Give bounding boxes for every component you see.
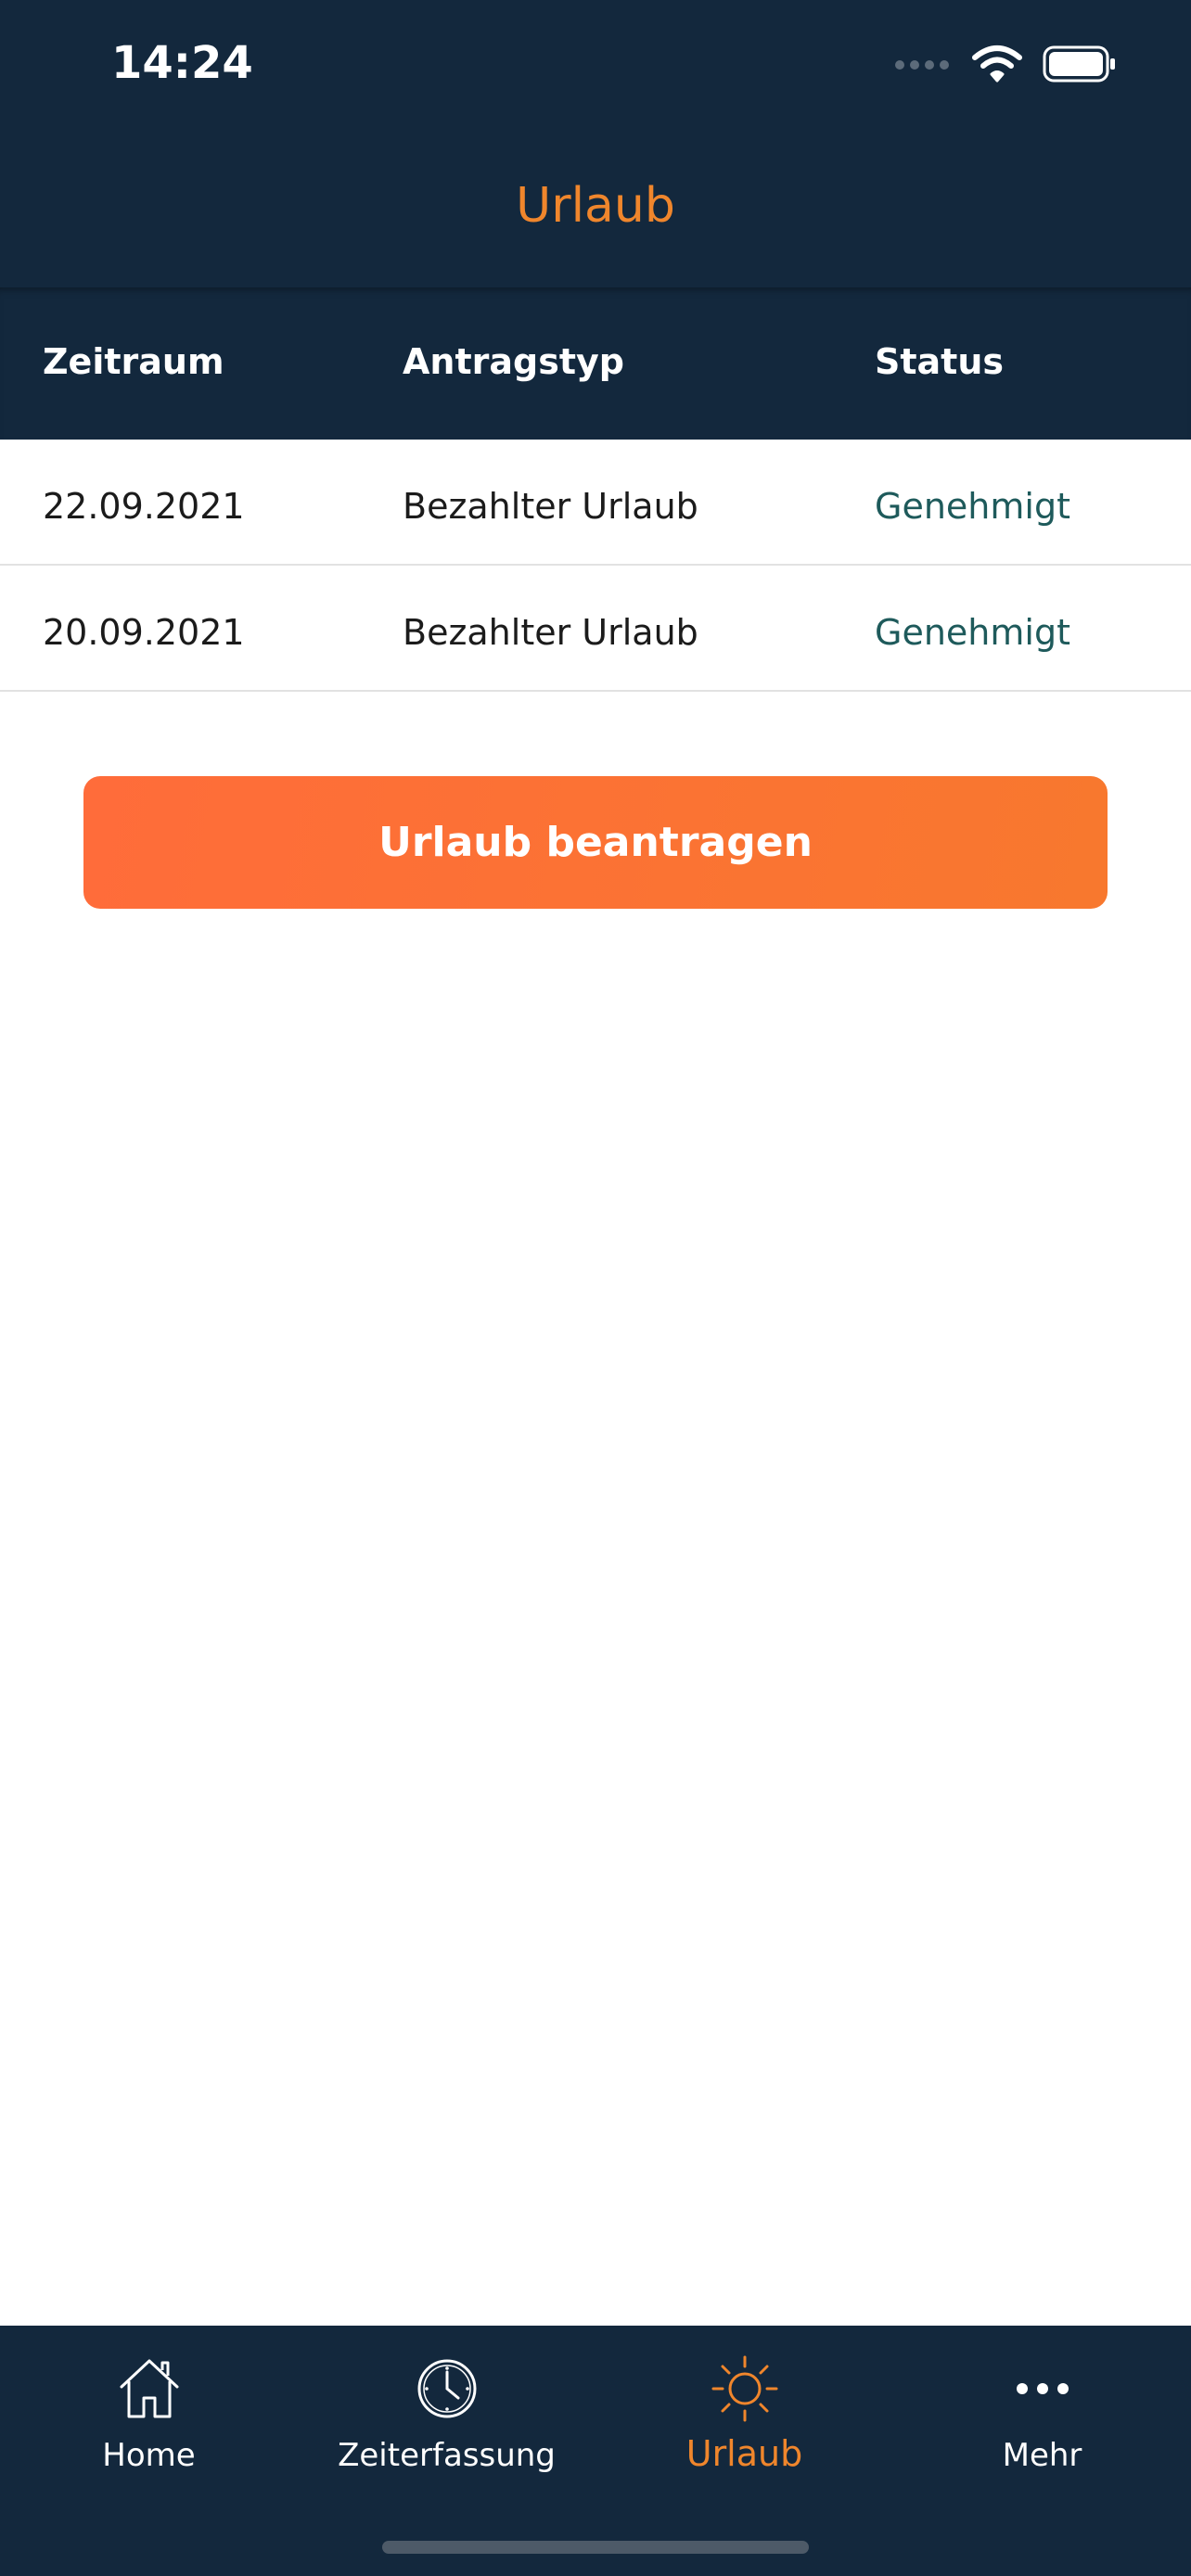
tab-home[interactable]: Home bbox=[0, 2344, 298, 2502]
column-header-antragstyp: Antragstyp bbox=[403, 341, 624, 382]
home-indicator bbox=[382, 2541, 809, 2554]
row-status: Genehmigt bbox=[875, 612, 1070, 653]
row-date: 20.09.2021 bbox=[43, 612, 245, 653]
table-row[interactable]: 20.09.2021 Bezahlter Urlaub Genehmigt bbox=[0, 566, 1191, 692]
tab-label-urlaub: Urlaub bbox=[685, 2433, 803, 2474]
battery-icon bbox=[1043, 45, 1117, 86]
row-status: Genehmigt bbox=[875, 486, 1070, 527]
column-header-zeitraum: Zeitraum bbox=[43, 341, 224, 382]
signal-icon bbox=[894, 57, 952, 75]
tab-bar: Home Zeiterfassung Urlaub Mehr bbox=[0, 2326, 1191, 2576]
table-row[interactable]: 22.09.2021 Bezahlter Urlaub Genehmigt bbox=[0, 440, 1191, 566]
tab-urlaub[interactable]: Urlaub bbox=[596, 2344, 893, 2502]
nav-header: Urlaub bbox=[0, 139, 1191, 287]
column-header-status: Status bbox=[875, 341, 1005, 382]
wifi-icon bbox=[972, 45, 1022, 87]
tab-label-zeiterfassung: Zeiterfassung bbox=[338, 2437, 556, 2474]
row-date: 22.09.2021 bbox=[43, 486, 245, 527]
tab-zeiterfassung[interactable]: Zeiterfassung bbox=[298, 2344, 596, 2502]
sun-icon bbox=[596, 2353, 893, 2424]
table-header: Zeitraum Antragstyp Status bbox=[0, 287, 1191, 440]
house-icon bbox=[0, 2353, 298, 2424]
page-title: Urlaub bbox=[516, 178, 675, 234]
status-icons bbox=[894, 45, 1117, 87]
tab-mehr[interactable]: Mehr bbox=[893, 2344, 1191, 2502]
tab-label-mehr: Mehr bbox=[1002, 2437, 1082, 2474]
request-vacation-button[interactable]: Urlaub beantragen bbox=[83, 776, 1108, 909]
tab-label-home: Home bbox=[102, 2437, 196, 2474]
row-type: Bezahlter Urlaub bbox=[403, 612, 698, 653]
row-type: Bezahlter Urlaub bbox=[403, 486, 698, 527]
clock-icon bbox=[298, 2353, 596, 2424]
status-time: 14:24 bbox=[111, 37, 253, 89]
more-dots-icon bbox=[893, 2353, 1191, 2424]
status-bar: 14:24 bbox=[0, 0, 1191, 139]
